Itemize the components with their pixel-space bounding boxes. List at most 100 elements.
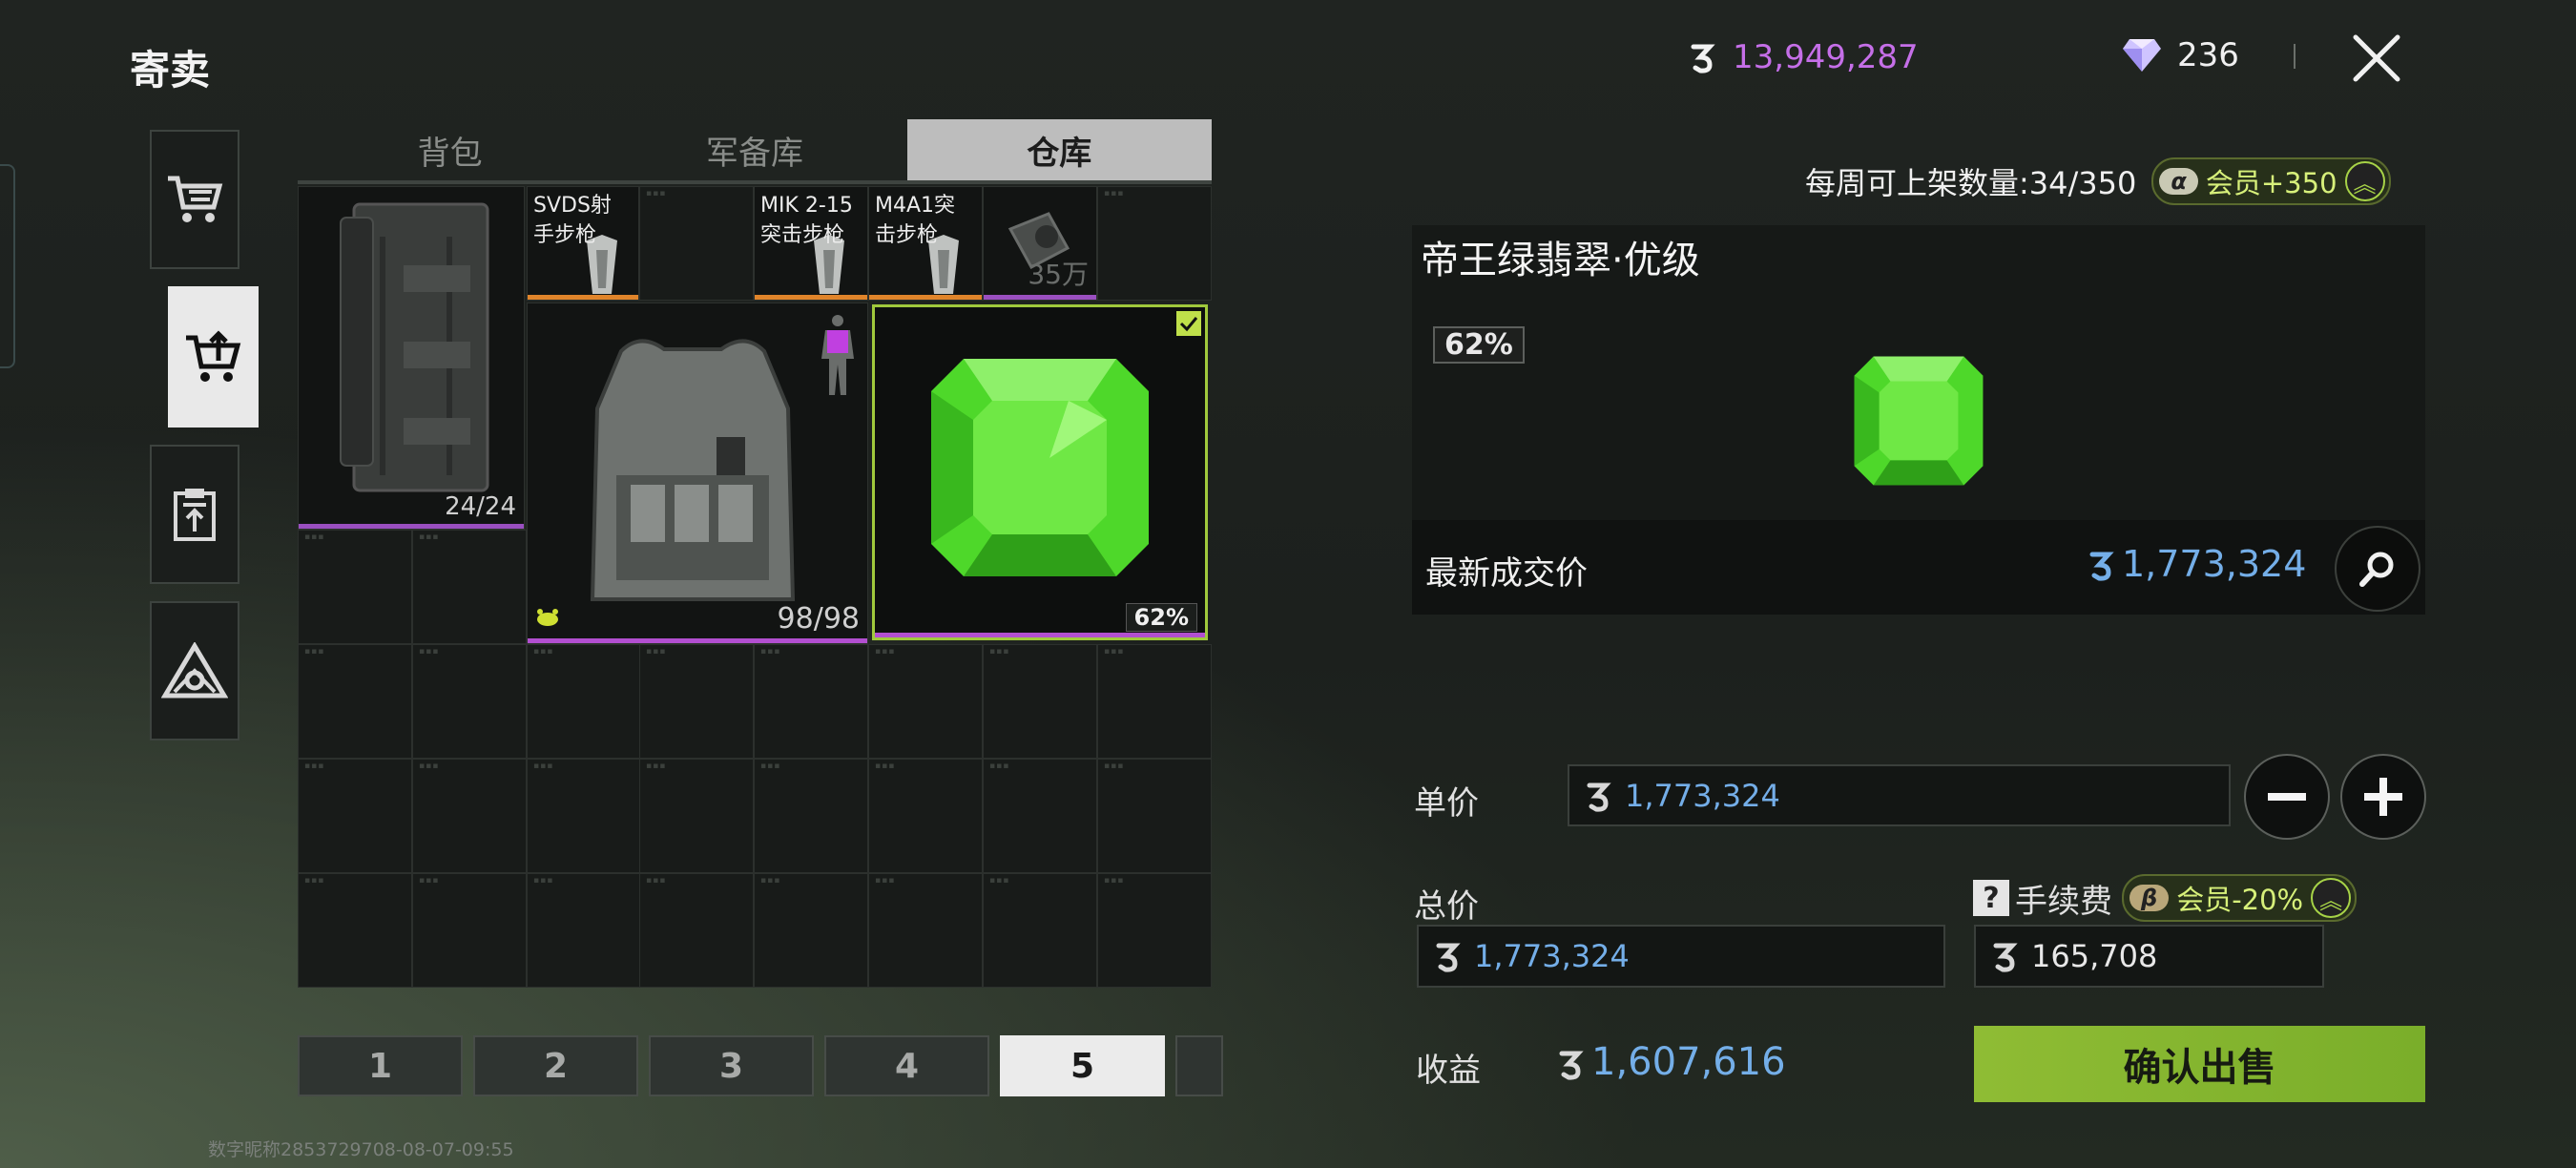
minus-icon (2268, 793, 2306, 801)
rarity-bar (299, 524, 524, 529)
fee-value: 165,708 (2031, 938, 2158, 974)
total-price-value: 1,773,324 (1474, 938, 1630, 974)
help-icon[interactable]: ? (1973, 880, 2009, 916)
item-emerald-selected[interactable]: 62% (872, 304, 1208, 640)
gem-balance-value: 236 (2177, 36, 2239, 74)
last-price-value: 1,773,324 (2122, 543, 2307, 585)
page-2[interactable]: 2 (473, 1035, 638, 1096)
case-icon (340, 202, 489, 492)
unit-price-input[interactable]: 1,773,324 (1568, 764, 2231, 826)
fee-label: 手续费 (2015, 882, 2112, 921)
empty-slot[interactable] (412, 759, 527, 873)
decrease-price-button[interactable] (2244, 754, 2330, 840)
empty-slot[interactable] (298, 873, 412, 988)
coin-balance-value: 13,949,287 (1733, 38, 1919, 76)
rarity-bar (528, 295, 638, 300)
unit-price-label: 单价 (1414, 784, 1479, 823)
unit-price-value: 1,773,324 (1625, 777, 1780, 814)
member-bonus-text: 会员+350 (2205, 167, 2337, 199)
empty-slot[interactable] (754, 873, 868, 988)
empty-slot[interactable] (639, 186, 754, 301)
fee-field: 165,708 (1974, 925, 2324, 988)
empty-slot[interactable] (298, 644, 412, 759)
page-1[interactable]: 1 (298, 1035, 463, 1096)
member-bonus-badge[interactable]: α 会员+350 ︽ (2151, 157, 2391, 205)
empty-slot[interactable] (868, 873, 983, 988)
close-icon (2353, 34, 2400, 82)
empty-slot[interactable] (298, 759, 412, 873)
item-name-line2: 击步枪 (875, 223, 939, 247)
empty-slot[interactable] (1097, 644, 1212, 759)
storage-tabs: 背包 军备库 仓库 (298, 119, 1212, 180)
tab-armory[interactable]: 军备库 (602, 119, 906, 180)
item-svds[interactable]: SVDS射 手步枪 (527, 186, 639, 301)
confirm-sell-button[interactable]: 确认出售 (1974, 1026, 2425, 1102)
increase-price-button[interactable] (2340, 754, 2426, 840)
member-discount-text: 会员-20% (2176, 884, 2304, 916)
empty-slot[interactable] (412, 873, 527, 988)
diamond-icon (2122, 37, 2162, 73)
empty-slot[interactable] (527, 759, 641, 873)
empty-slot[interactable] (983, 873, 1097, 988)
empty-slot[interactable] (639, 873, 754, 988)
empty-slot[interactable] (754, 759, 868, 873)
empty-slot[interactable] (754, 644, 868, 759)
side-tab-sell[interactable] (168, 286, 259, 428)
item-durability: 98/98 (777, 602, 860, 636)
coin-icon (1687, 41, 1719, 73)
item-name-line1: MIK 2-15 (760, 194, 853, 218)
member-tier-tag: α (2159, 168, 2198, 195)
empty-slot[interactable] (983, 644, 1097, 759)
rarity-bar (528, 638, 867, 643)
item-storage-case[interactable]: 24/24 (298, 186, 525, 530)
player-id: 数字昵称2853729708-08-07-09:55 (208, 1139, 514, 1160)
empty-slot[interactable] (983, 759, 1097, 873)
page-4[interactable]: 4 (824, 1035, 989, 1096)
sell-cart-icon (185, 330, 240, 382)
empty-slot[interactable] (412, 530, 527, 644)
empty-slot[interactable] (639, 759, 754, 873)
selected-check-icon (1176, 311, 1201, 336)
rarity-bar (755, 295, 867, 300)
member-discount-badge[interactable]: β 会员-20% ︽ (2122, 874, 2358, 922)
side-tab-buy[interactable] (150, 130, 239, 269)
item-mik[interactable]: MIK 2-15 突击步枪 (754, 186, 868, 301)
coin-balance: 13,949,287 (1687, 38, 1919, 76)
side-tab-listings[interactable] (150, 445, 239, 584)
total-price-label: 总价 (1414, 887, 1479, 926)
empty-slot[interactable] (1097, 759, 1212, 873)
price-search-button[interactable] (2335, 526, 2420, 612)
page-next[interactable] (1175, 1035, 1223, 1096)
item-name-line1: SVDS射 (533, 194, 612, 218)
page-5[interactable]: 5 (1000, 1035, 1165, 1096)
empty-slot[interactable] (527, 873, 641, 988)
last-price: 1,773,324 (2086, 543, 2306, 585)
item-scope[interactable]: 35万 (983, 186, 1097, 301)
cart-icon (168, 176, 223, 222)
pagination: 1 2 3 4 5 (298, 1035, 1223, 1096)
inventory-grid: 24/24 SVDS射 手步枪 MIK 2-15 突击步枪 M4A1突 击步枪 (298, 186, 1212, 988)
empty-slot[interactable] (639, 644, 754, 759)
empty-slot[interactable] (527, 644, 641, 759)
tab-warehouse[interactable]: 仓库 (906, 119, 1212, 180)
empty-slot[interactable] (868, 759, 983, 873)
coin-icon (2086, 548, 2118, 581)
empty-slot[interactable] (298, 530, 412, 644)
fee-header: ? 手续费 β 会员-20% ︽ (1973, 874, 2358, 922)
side-tab-records[interactable] (150, 601, 239, 740)
coin-icon (1432, 940, 1465, 972)
tab-backpack[interactable]: 背包 (298, 119, 602, 180)
page-3[interactable]: 3 (649, 1035, 814, 1096)
item-price: 35万 (1028, 259, 1089, 290)
close-button[interactable] (2324, 19, 2429, 97)
emerald-preview-icon (1854, 356, 1984, 486)
empty-slot[interactable] (868, 644, 983, 759)
last-price-label: 最新成交价 (1425, 554, 1588, 593)
empty-slot[interactable] (1097, 873, 1212, 988)
item-m4a1[interactable]: M4A1突 击步枪 (868, 186, 983, 301)
item-vest[interactable]: 98/98 (527, 302, 868, 644)
weekly-quota: 每周可上架数量:34/350 α 会员+350 ︽ (1805, 157, 2391, 205)
income-label: 收益 (1416, 1052, 1481, 1090)
empty-slot[interactable] (412, 644, 527, 759)
empty-slot[interactable] (1097, 186, 1212, 301)
